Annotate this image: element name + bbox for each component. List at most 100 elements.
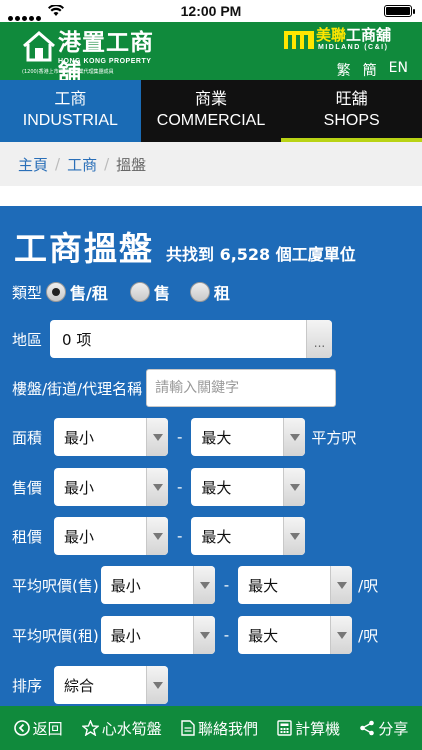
house-logo-icon <box>23 31 55 62</box>
page-title: 工商搵盤 <box>14 229 154 268</box>
keyword-label: 樓盤/街道/代理名稱 <box>12 379 143 398</box>
avg-sale-label: 平均呎價(售) <box>12 576 99 595</box>
sale-max-select[interactable]: 最大 <box>191 468 306 506</box>
chevron-down-icon <box>283 418 306 456</box>
share-label: 分享 <box>378 719 409 738</box>
contact-button[interactable]: 聯絡我們 <box>181 718 258 739</box>
type-radio-rent[interactable]: 租 <box>189 280 230 304</box>
partner-chinese-b: 工商舖 <box>346 26 392 44</box>
rent-max-value: 最大 <box>201 527 232 546</box>
avg-rent-unit: /呎 <box>358 626 379 645</box>
area-max-value: 最大 <box>201 428 232 447</box>
type-label: 類型 <box>12 283 43 302</box>
breadcrumb-separator: / <box>55 155 61 173</box>
battery-icon <box>384 5 415 17</box>
contact-label: 聯絡我們 <box>197 719 258 738</box>
tab-commercial[interactable]: 商業 COMMERCIAL <box>140 80 282 142</box>
chevron-down-icon <box>192 566 215 604</box>
type-radio-sale-rent[interactable]: 售/租 <box>46 280 108 304</box>
chevron-down-icon <box>146 517 168 555</box>
breadcrumb-separator: / <box>104 155 110 173</box>
keyword-row: 樓盤/街道/代理名稱 請輸入關鍵字 <box>12 369 337 407</box>
sale-min-select[interactable]: 最小 <box>54 468 168 506</box>
tab-industrial[interactable]: 工商 INDUSTRIAL <box>0 80 141 142</box>
brand-logo[interactable]: 港置工商舖 HONG KONG PROPERTY (1200)香港上市工商舖物業… <box>22 28 157 86</box>
back-button[interactable]: 返回 <box>13 718 63 739</box>
lang-english[interactable]: EN <box>389 60 408 80</box>
lang-simplified[interactable]: 簡 <box>363 60 377 80</box>
radio-dot <box>189 282 210 302</box>
avg-rent-min-select[interactable]: 最小 <box>100 616 215 654</box>
partner-english: MIDLAND (C&I) <box>318 44 389 51</box>
avg-sale-unit: /呎 <box>358 576 379 595</box>
type-option-sale: 售 <box>153 284 170 303</box>
chevron-down-icon <box>283 517 306 555</box>
category-tabs: 工商 INDUSTRIAL 商業 COMMERCIAL 旺舖 SHOPS <box>0 80 422 142</box>
chevron-down-icon <box>146 666 168 704</box>
avg-sale-max-value: 最大 <box>248 576 279 595</box>
sort-row: 排序 綜合 <box>12 666 168 704</box>
midland-mark-icon <box>284 31 314 49</box>
rent-price-label: 租價 <box>12 527 43 546</box>
lang-traditional[interactable]: 繁 <box>337 60 351 80</box>
avg-rent-max-value: 最大 <box>248 626 279 645</box>
result-count: 共找到 6,528 個工廈單位 <box>166 245 356 264</box>
rent-price-row: 租價 最小 - 最大 <box>12 517 306 555</box>
district-selector[interactable]: 0 项 ... <box>50 320 333 358</box>
share-icon <box>360 720 375 736</box>
favorite-button[interactable]: 心水筍盤 <box>81 718 162 739</box>
breadcrumb-current: 搵盤 <box>116 155 147 174</box>
avg-rent-row: 平均呎價(租) 最小 - 最大 /呎 <box>12 616 378 654</box>
rent-min-value: 最小 <box>64 527 95 546</box>
logo-tagline: (1200)香港上市工商舖物業代理集團成員 <box>22 69 114 75</box>
type-option-sale-rent: 售/租 <box>70 284 108 303</box>
breadcrumb-section[interactable]: 工商 <box>67 154 97 175</box>
type-radio-sale[interactable]: 售 <box>129 280 170 304</box>
sale-price-row: 售價 最小 - 最大 <box>12 468 306 506</box>
bottom-toolbar: 返回 心水筍盤 聯絡我們 計算機 分享 <box>0 706 422 750</box>
partner-logo[interactable]: 美聯工商舖 MIDLAND (C&I) <box>284 26 412 54</box>
keyword-input[interactable]: 請輸入關鍵字 <box>146 369 337 407</box>
district-row: 地區 0 项 ... <box>12 320 333 358</box>
share-button[interactable]: 分享 <box>359 718 408 739</box>
type-option-rent: 租 <box>213 284 230 303</box>
chevron-down-icon <box>192 616 215 654</box>
tab-shops-en: SHOPS <box>323 112 380 129</box>
document-icon <box>181 720 195 736</box>
calculator-button[interactable]: 計算機 <box>277 718 340 739</box>
sort-select[interactable]: 綜合 <box>54 666 168 704</box>
status-bar: 12:00 PM <box>0 0 422 22</box>
avg-sale-max-select[interactable]: 最大 <box>238 566 353 604</box>
area-row: 面積 最小 - 最大 平方呎 <box>12 418 356 456</box>
partner-chinese: 美聯工商舖 <box>316 26 391 44</box>
star-icon <box>81 720 99 736</box>
district-value: 0 项 <box>62 330 92 349</box>
avg-rent-max-select[interactable]: 最大 <box>238 616 353 654</box>
range-dash: - <box>177 478 183 496</box>
area-label: 面積 <box>12 428 43 447</box>
radio-dot <box>129 282 150 302</box>
calculator-icon <box>277 720 292 736</box>
chevron-down-icon <box>330 616 353 654</box>
rent-max-select[interactable]: 最大 <box>191 517 306 555</box>
breadcrumb-home[interactable]: 主頁 <box>18 154 48 175</box>
calculator-label: 計算機 <box>295 719 341 738</box>
area-min-select[interactable]: 最小 <box>54 418 168 456</box>
tab-shops[interactable]: 旺舖 SHOPS <box>281 80 422 142</box>
avg-sale-min-select[interactable]: 最小 <box>100 566 215 604</box>
radio-dot <box>46 282 67 302</box>
logo-english: HONG KONG PROPERTY <box>58 58 152 65</box>
sale-max-value: 最大 <box>201 478 232 497</box>
rent-min-select[interactable]: 最小 <box>54 517 168 555</box>
district-more-button[interactable]: ... <box>306 320 333 358</box>
sort-label: 排序 <box>12 676 43 695</box>
tab-shops-cn: 旺舖 <box>335 89 368 108</box>
avg-sale-min-value: 最小 <box>110 576 141 595</box>
district-label: 地區 <box>12 330 43 349</box>
sale-price-label: 售價 <box>12 478 43 497</box>
sale-min-value: 最小 <box>64 478 95 497</box>
avg-rent-label: 平均呎價(租) <box>12 626 99 645</box>
area-max-select[interactable]: 最大 <box>191 418 306 456</box>
back-arrow-icon <box>13 720 30 736</box>
search-title-row: 工商搵盤 共找到 6,528 個工廈單位 <box>14 222 356 270</box>
